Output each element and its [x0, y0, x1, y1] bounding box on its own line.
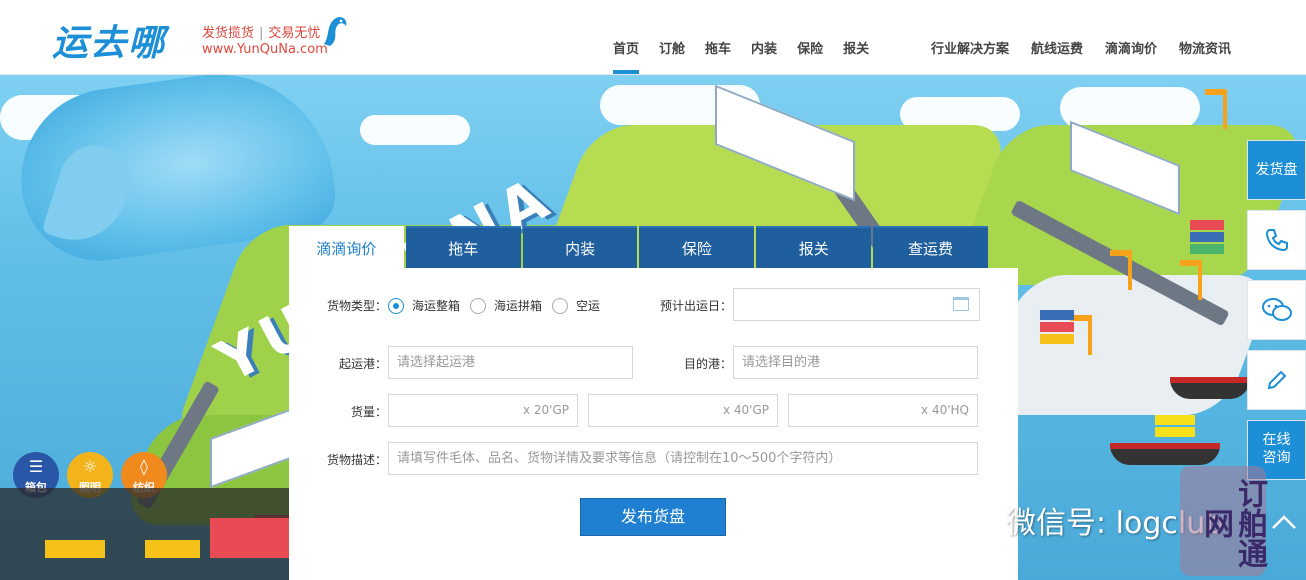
volume-40hq-input[interactable]: x 40'HQ [788, 394, 978, 427]
phone-float-button[interactable] [1247, 210, 1306, 270]
cargo-ship [1110, 443, 1220, 465]
logo-url: www.YunQuNa.com [202, 42, 328, 57]
radio-dot [470, 297, 486, 314]
radio-label: 空运 [576, 299, 601, 313]
nav-insurance[interactable]: 保险 [797, 38, 823, 58]
slogan-right: 交易无忧 [268, 26, 321, 41]
inquiry-tabs: 滴滴询价 拖车 内装 保险 报关 查运费 [289, 226, 988, 268]
origin-port-input[interactable]: 请选择起运港 [388, 346, 633, 379]
cloud [360, 115, 470, 145]
destination-port-input[interactable]: 请选择目的港 [733, 346, 978, 379]
nav-booking[interactable]: 订舱 [659, 38, 685, 58]
nav-home[interactable]: 首页 [613, 38, 640, 74]
logo-mark: 运去哪 [52, 23, 167, 64]
radio-fcl[interactable]: 海运整箱 [388, 297, 460, 314]
truck-illustration [45, 540, 105, 558]
ship-date-input[interactable] [733, 288, 980, 321]
destination-port-label: 目的港： [684, 357, 733, 371]
bulb-icon: ☼ [82, 457, 98, 476]
pencil-icon [1265, 370, 1289, 398]
ship-date-label: 预计出运日： [660, 299, 733, 313]
secondary-nav: 行业解决方案 航线运费 滴滴询价 物流资讯 [931, 38, 1253, 58]
radio-dot [388, 297, 404, 314]
main-nav: 首页 订舱 拖车 内装 保险 报关 [613, 38, 889, 74]
cloud [1060, 87, 1200, 129]
wechat-icon [1261, 298, 1293, 330]
nav-solutions[interactable]: 行业解决方案 [931, 38, 1009, 58]
nav-news[interactable]: 物流资讯 [1179, 38, 1231, 58]
wechat-float-button[interactable] [1247, 280, 1306, 340]
radio-label: 海运整箱 [412, 299, 461, 313]
tab-insurance[interactable]: 保险 [639, 226, 755, 268]
site-logo[interactable]: 运去哪 发货揽货 | 交易无忧 www.YunQuNa.com [52, 14, 352, 64]
post-cargo-float-button[interactable]: 发货盘 [1247, 140, 1306, 200]
seal-stamp: 订舶通网 [1180, 466, 1267, 576]
volume-40gp-input[interactable]: x 40'GP [588, 394, 778, 427]
cargo-ship [1170, 377, 1250, 399]
cargo-type-label: 货物类型： [327, 299, 388, 313]
slogan-separator: | [259, 26, 264, 41]
inquiry-form: 货物类型： 海运整箱 海运拼箱 空运 预计出运日： 起运港： 请选择起运港 目的… [289, 268, 1018, 580]
truck-illustration [145, 540, 200, 558]
container-stack [1040, 310, 1074, 346]
origin-port-label: 起运港： [339, 357, 388, 371]
crane [1110, 250, 1132, 290]
slogan-left: 发货揽货 [202, 26, 255, 41]
cargo-desc-label: 货物描述： [327, 453, 388, 467]
cargo-desc-input[interactable]: 请填写件毛体、品名、货物详情及要求等信息（请控制在10～500个字符内） [388, 442, 978, 475]
bag-icon: ☰ [28, 457, 44, 476]
tab-didi-inquiry[interactable]: 滴滴询价 [289, 226, 404, 268]
crane [1180, 260, 1202, 300]
site-header: 运去哪 发货揽货 | 交易无忧 www.YunQuNa.com 首页 订舱 拖车 内… [0, 0, 1306, 75]
online-consult-label: 在线咨询 [1262, 432, 1291, 466]
radio-lcl[interactable]: 海运拼箱 [470, 297, 542, 314]
tag-icon: ◊ [140, 457, 148, 476]
tab-customs[interactable]: 报关 [756, 226, 872, 268]
nav-customs[interactable]: 报关 [843, 38, 869, 58]
container-stack [1190, 220, 1224, 256]
tab-trucking[interactable]: 拖车 [405, 226, 521, 268]
calendar-icon[interactable] [953, 297, 969, 311]
radio-air[interactable]: 空运 [552, 297, 600, 314]
phone-icon [1264, 229, 1290, 259]
radio-label: 海运拼箱 [494, 299, 543, 313]
volume-20gp-input[interactable]: x 20'GP [388, 394, 578, 427]
nav-route-rates[interactable]: 航线运费 [1031, 38, 1083, 58]
edit-float-button[interactable] [1247, 350, 1306, 410]
wechat-icon [948, 501, 996, 539]
container-stack [1155, 415, 1195, 439]
logo-slogan: 发货揽货 | 交易无忧 [202, 22, 320, 41]
radio-dot [552, 297, 568, 314]
nav-didi-inquiry[interactable]: 滴滴询价 [1105, 38, 1157, 58]
tab-freight-lookup[interactable]: 查运费 [873, 226, 988, 268]
volume-label: 货量： [351, 405, 388, 419]
dolphin-logo-icon [320, 14, 350, 55]
tab-loading[interactable]: 内装 [522, 226, 638, 268]
nav-trucking[interactable]: 拖车 [705, 38, 731, 58]
post-cargo-submit-button[interactable]: 发布货盘 [580, 498, 726, 536]
scroll-top-chevron-up-icon[interactable] [1262, 500, 1306, 544]
container-illustration [210, 518, 290, 558]
nav-loading[interactable]: 内装 [751, 38, 777, 58]
crane [1205, 89, 1227, 129]
